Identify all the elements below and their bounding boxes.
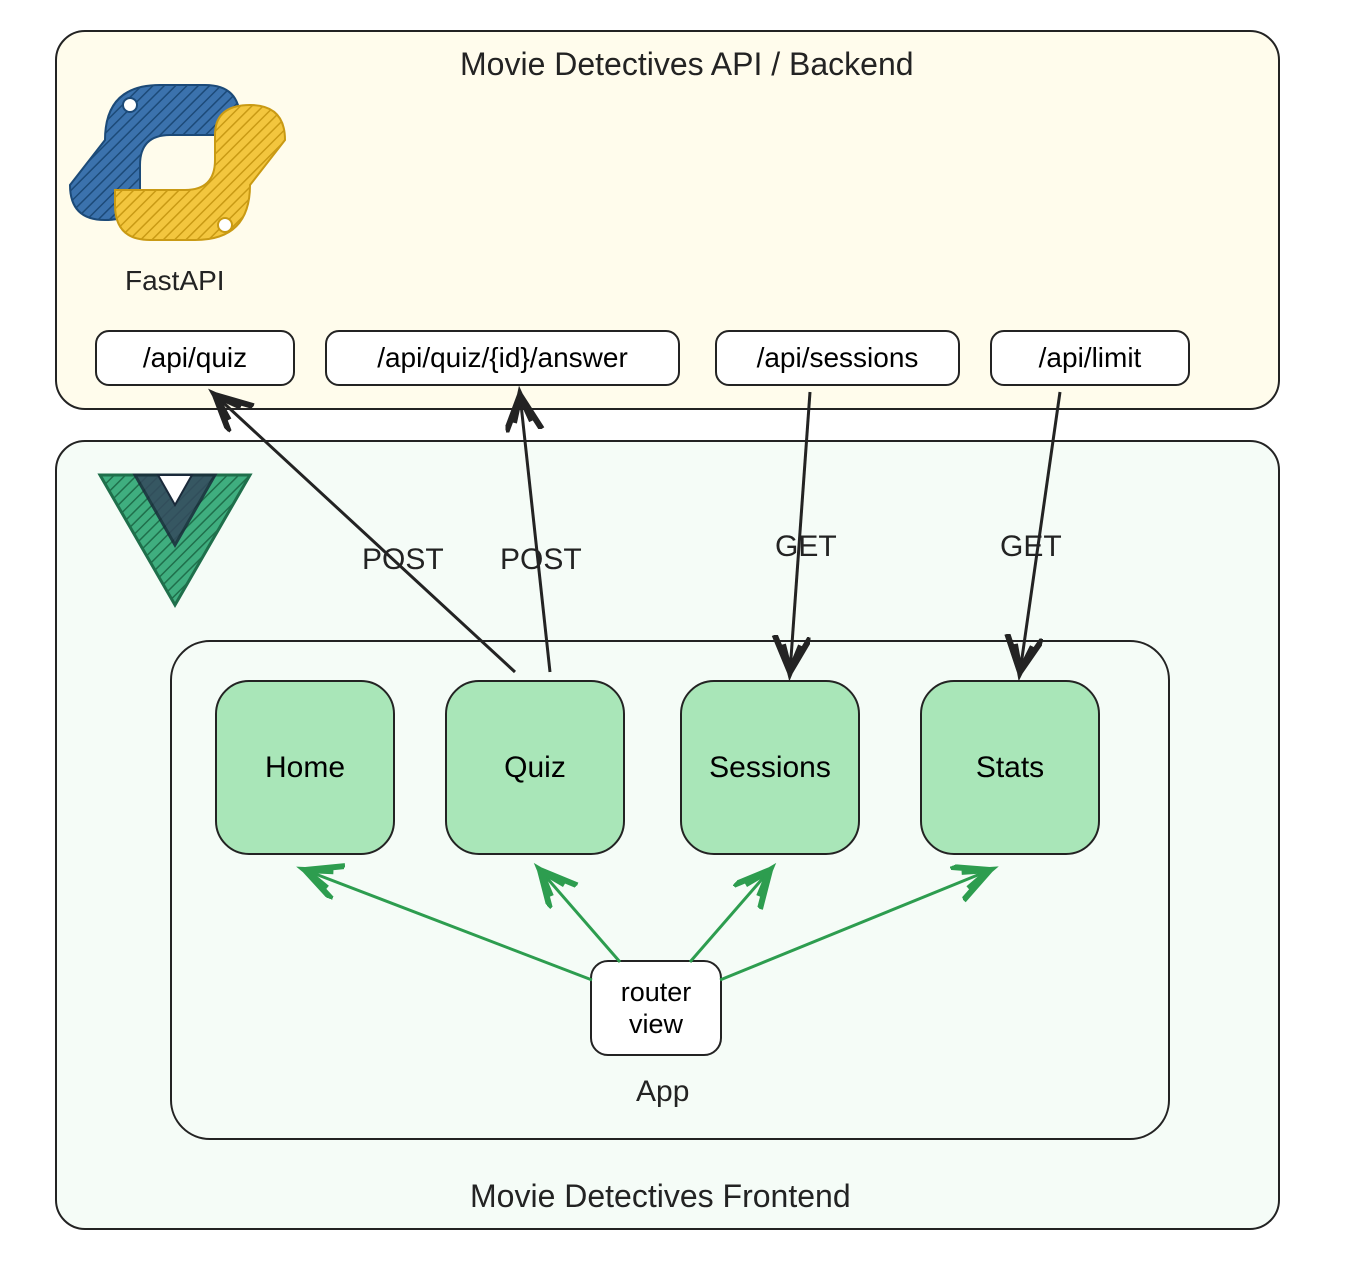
method-label-get-1: GET [775, 530, 837, 564]
arrows-layer [0, 0, 1350, 1272]
method-label-post-1: POST [362, 543, 444, 577]
method-label-get-2: GET [1000, 530, 1062, 564]
method-label-post-2: POST [500, 543, 582, 577]
